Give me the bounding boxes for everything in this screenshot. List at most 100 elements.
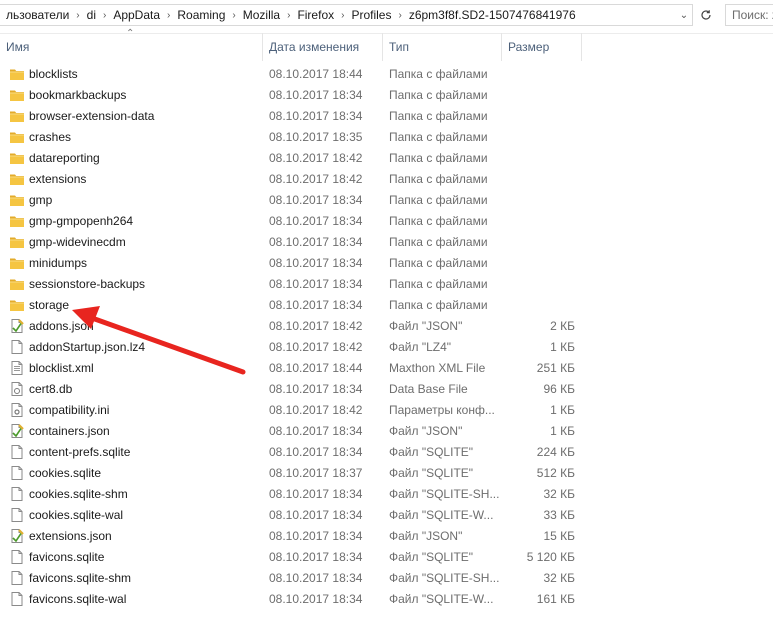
- file-type: Файл "SQLITE-W...: [389, 508, 494, 522]
- file-row[interactable]: cert8.db 08.10.2017 18:34 Data Base File 96…: [0, 379, 773, 400]
- file-row[interactable]: content-prefs.sqlite 08.10.2017 18:34 Файл…: [0, 442, 773, 463]
- file-type: Файл "JSON": [389, 424, 463, 438]
- column-type[interactable]: Тип: [383, 33, 502, 61]
- file-size: 251 КБ: [536, 361, 575, 375]
- file-name: blocklists: [29, 67, 78, 81]
- file-date: 08.10.2017 18:34: [269, 487, 363, 501]
- file-name: cert8.db: [29, 382, 73, 396]
- breadcrumb-item[interactable]: z6pm3f8f.SD2-1507476841976: [403, 8, 582, 22]
- file-row[interactable]: favicons.sqlite-shm 08.10.2017 18:34 Файл …: [0, 568, 773, 589]
- breadcrumb-item[interactable]: di: [81, 8, 102, 22]
- file-row[interactable]: compatibility.ini 08.10.2017 18:42 Парамет…: [0, 400, 773, 421]
- file-row[interactable]: bookmarkbackups 08.10.2017 18:34 Папка с ф…: [0, 85, 773, 106]
- file-type: Файл "SQLITE-SH...: [389, 571, 499, 585]
- file-type: Папка с файлами: [389, 235, 488, 249]
- file-name: bookmarkbackups: [29, 88, 127, 102]
- file-row[interactable]: gmp-gmpopenh264 08.10.2017 18:34 Папка с ф…: [0, 211, 773, 232]
- file-date: 08.10.2017 18:34: [269, 298, 363, 312]
- file-name: favicons.sqlite: [29, 550, 105, 564]
- file-size: 1 КБ: [550, 340, 575, 354]
- folder-icon: [9, 255, 25, 271]
- file-name: browser-extension-data: [29, 109, 155, 123]
- file-type: Папка с файлами: [389, 277, 488, 291]
- file-row[interactable]: addonStartup.json.lz4 08.10.2017 18:42 Фай…: [0, 337, 773, 358]
- file-date: 08.10.2017 18:35: [269, 130, 363, 144]
- column-size[interactable]: Размер: [502, 33, 582, 61]
- file-type: Файл "SQLITE": [389, 445, 474, 459]
- file-type: Файл "SQLITE-W...: [389, 592, 494, 606]
- breadcrumb-item[interactable]: Profiles: [345, 8, 397, 22]
- file-type: Файл "JSON": [389, 529, 463, 543]
- file-row[interactable]: sessionstore-backups 08.10.2017 18:34 Папк…: [0, 274, 773, 295]
- file-icon: [9, 444, 25, 460]
- file-type: Папка с файлами: [389, 151, 488, 165]
- file-type: Data Base File: [389, 382, 468, 396]
- file-type: Папка с файлами: [389, 298, 488, 312]
- file-date: 08.10.2017 18:34: [269, 109, 363, 123]
- file-name: minidumps: [29, 256, 88, 270]
- breadcrumb-item[interactable]: Firefox: [291, 8, 340, 22]
- file-icon: [9, 591, 25, 607]
- folder-icon: [9, 171, 25, 187]
- address-dropdown-icon[interactable]: ⌄: [675, 4, 693, 26]
- search-placeholder: Поиск: z6pm: [732, 8, 773, 22]
- file-row[interactable]: cookies.sqlite 08.10.2017 18:37 Файл "SQLI…: [0, 463, 773, 484]
- file-size: 32 КБ: [543, 487, 575, 501]
- file-row[interactable]: extensions.json 08.10.2017 18:34 Файл "JSO…: [0, 526, 773, 547]
- column-date[interactable]: Дата изменения: [263, 33, 383, 61]
- folder-icon: [9, 297, 25, 313]
- file-size: 96 КБ: [543, 382, 575, 396]
- file-row[interactable]: containers.json 08.10.2017 18:34 Файл "JSO…: [0, 421, 773, 442]
- file-date: 08.10.2017 18:37: [269, 466, 363, 480]
- breadcrumb-item[interactable]: льзователи: [0, 8, 75, 22]
- file-size: 5 120 КБ: [526, 550, 575, 564]
- file-row[interactable]: cookies.sqlite-wal 08.10.2017 18:34 Файл "…: [0, 505, 773, 526]
- file-row[interactable]: gmp 08.10.2017 18:34 Папка с файлами: [0, 190, 773, 211]
- file-name: datareporting: [29, 151, 100, 165]
- file-date: 08.10.2017 18:34: [269, 214, 363, 228]
- file-row[interactable]: datareporting 08.10.2017 18:42 Папка с фай…: [0, 148, 773, 169]
- folder-icon: [9, 150, 25, 166]
- column-type-label: Тип: [389, 40, 410, 54]
- file-row[interactable]: blocklist.xml 08.10.2017 18:44 Maxthon XML…: [0, 358, 773, 379]
- json-file-icon: [9, 423, 25, 439]
- file-date: 08.10.2017 18:42: [269, 340, 363, 354]
- file-date: 08.10.2017 18:42: [269, 172, 363, 186]
- refresh-button[interactable]: [695, 4, 717, 26]
- address-bar-area: льзователи › di › AppData › Roaming › Mozilla › Fi…: [0, 0, 773, 34]
- breadcrumb-item[interactable]: Mozilla: [237, 8, 286, 22]
- file-type: Папка с файлами: [389, 130, 488, 144]
- file-row[interactable]: favicons.sqlite-wal 08.10.2017 18:34 Файл …: [0, 589, 773, 610]
- file-row[interactable]: favicons.sqlite 08.10.2017 18:34 Файл "SQL…: [0, 547, 773, 568]
- file-type: Папка с файлами: [389, 193, 488, 207]
- folder-icon: [9, 213, 25, 229]
- file-size: 33 КБ: [543, 508, 575, 522]
- xml-file-icon: [9, 360, 25, 376]
- file-row[interactable]: addons.json 08.10.2017 18:42 Файл "JSON" 2 …: [0, 316, 773, 337]
- column-size-label: Размер: [508, 40, 550, 54]
- file-row[interactable]: blocklists 08.10.2017 18:44 Папка с файлам…: [0, 64, 773, 85]
- search-input[interactable]: Поиск: z6pm: [725, 4, 773, 26]
- file-row[interactable]: gmp-widevinecdm 08.10.2017 18:34 Папка с ф…: [0, 232, 773, 253]
- file-date: 08.10.2017 18:34: [269, 88, 363, 102]
- folder-icon: [9, 192, 25, 208]
- file-type: Папка с файлами: [389, 67, 488, 81]
- file-row[interactable]: cookies.sqlite-shm 08.10.2017 18:34 Файл "…: [0, 484, 773, 505]
- folder-icon: [9, 108, 25, 124]
- column-name[interactable]: Имя: [0, 33, 263, 61]
- folder-icon: [9, 87, 25, 103]
- file-row[interactable]: storage 08.10.2017 18:34 Папка с файлами: [0, 295, 773, 316]
- file-row[interactable]: minidumps 08.10.2017 18:34 Папка с файлами: [0, 253, 773, 274]
- breadcrumb-item[interactable]: Roaming: [171, 8, 231, 22]
- file-type: Папка с файлами: [389, 214, 488, 228]
- file-date: 08.10.2017 18:34: [269, 193, 363, 207]
- file-row[interactable]: browser-extension-data 08.10.2017 18:34 Па…: [0, 106, 773, 127]
- breadcrumb-item[interactable]: AppData: [107, 8, 166, 22]
- breadcrumb[interactable]: льзователи › di › AppData › Roaming › Mozilla › Fi…: [0, 4, 693, 26]
- file-icon: [9, 465, 25, 481]
- file-date: 08.10.2017 18:34: [269, 382, 363, 396]
- file-row[interactable]: extensions 08.10.2017 18:42 Папка с файлам…: [0, 169, 773, 190]
- json-file-icon: [9, 318, 25, 334]
- file-row[interactable]: crashes 08.10.2017 18:35 Папка с файлами: [0, 127, 773, 148]
- file-date: 08.10.2017 18:42: [269, 319, 363, 333]
